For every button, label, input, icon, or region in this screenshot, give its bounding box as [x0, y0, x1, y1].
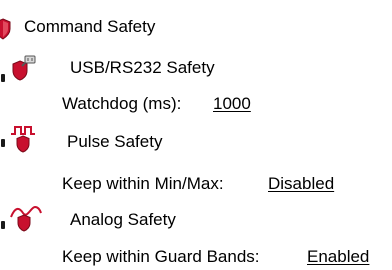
shield-icon: [0, 18, 11, 40]
expander-toggle[interactable]: [1, 221, 5, 229]
tree-item-label: USB/RS232 Safety: [70, 58, 215, 77]
expander-toggle[interactable]: [1, 74, 5, 82]
property-name: Watchdog (ms):: [62, 94, 182, 113]
property-value-guard-bands[interactable]: Enabled: [307, 246, 369, 268]
tree-item-label: Pulse Safety: [67, 132, 163, 151]
property-name: Keep within Guard Bands:: [62, 247, 260, 266]
tree-item-label: Analog Safety: [70, 210, 176, 229]
property-value-min-max[interactable]: Disabled: [268, 173, 334, 195]
property-value-watchdog[interactable]: 1000: [213, 93, 251, 115]
pulse-shield-icon: [11, 126, 35, 153]
usb-plug-shield-icon: [12, 55, 36, 81]
property-name: Keep within Min/Max:: [62, 174, 224, 193]
tree-root-label: Command Safety: [24, 17, 156, 36]
expander-toggle[interactable]: [1, 139, 5, 147]
analog-wave-shield-icon: [10, 205, 42, 232]
